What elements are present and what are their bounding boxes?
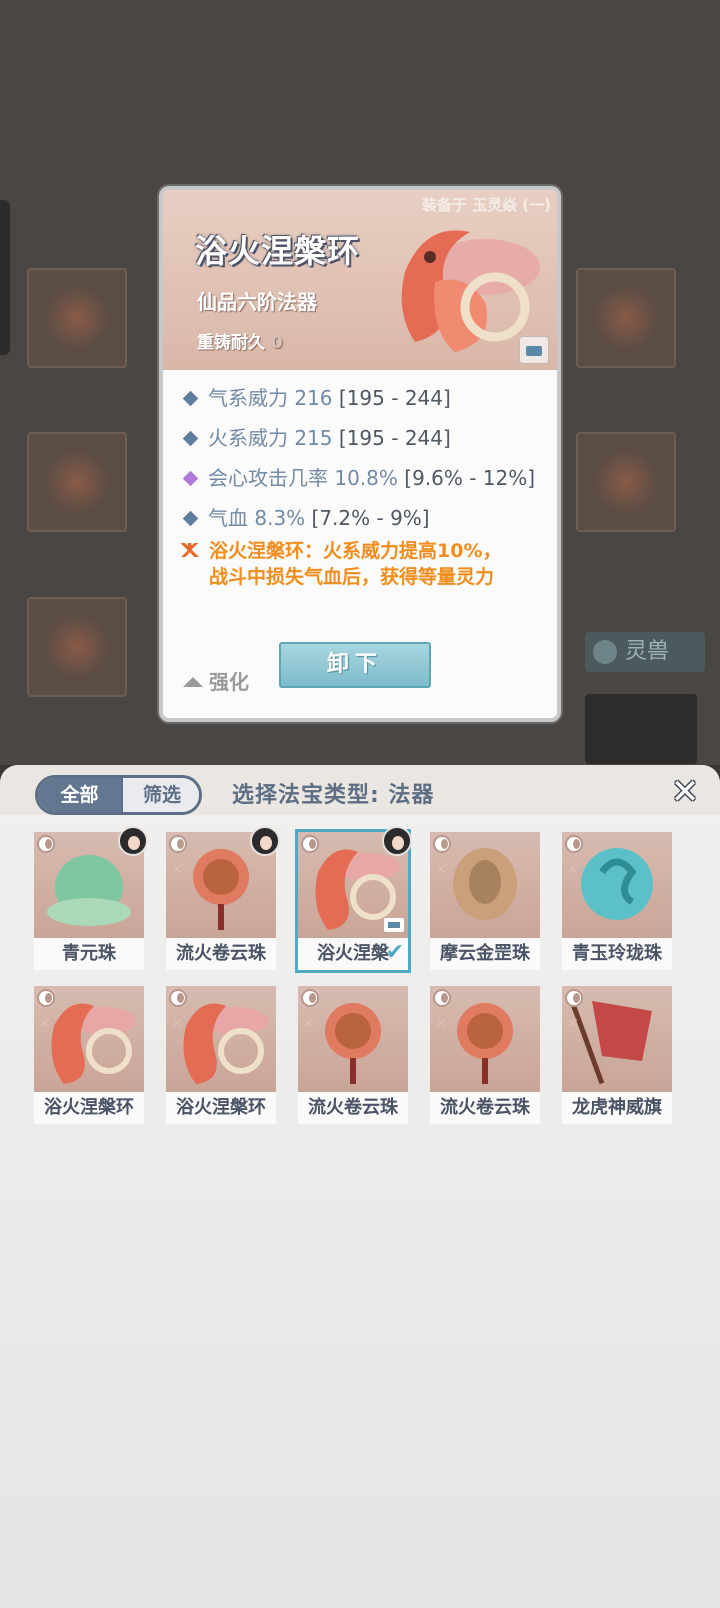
grade-icon xyxy=(301,835,319,853)
tab-filter[interactable]: 筛选 xyxy=(121,778,199,812)
item-label: 浴火涅槃环 xyxy=(34,1092,144,1124)
stat-name: 会心攻击几率 xyxy=(208,466,328,490)
stat-name: 气血 xyxy=(208,506,248,530)
stat-range: [9.6% - 12%] xyxy=(404,466,536,490)
reforge-durability: 重铸耐久 0 xyxy=(197,328,283,353)
card-header: 装备于 玉灵焱 (一) 浴火涅槃环 仙品六阶法器 重铸耐久 0 xyxy=(163,190,557,370)
grade-icon xyxy=(433,989,451,1007)
lock-icon xyxy=(384,918,404,932)
reforge-label: 重铸耐久 xyxy=(197,333,265,353)
stat-value: 215 xyxy=(294,426,333,450)
stat-name: 火系威力 xyxy=(208,426,288,450)
diamond-icon xyxy=(182,470,199,487)
stat-value: 216 xyxy=(294,386,333,410)
grade-icon xyxy=(433,835,451,853)
flame-mark-icon: ⵅ xyxy=(181,540,199,562)
diamond-icon xyxy=(182,390,199,407)
item-label: 青玉玲珑珠 xyxy=(562,938,672,970)
grade-icon xyxy=(565,989,583,1007)
stat-row: 气血 8.3% [7.2% - 9%] xyxy=(181,498,551,538)
equip-slot xyxy=(27,597,127,697)
item-label: 流火卷云珠 xyxy=(430,1092,540,1124)
fire-element-icon: ✕ xyxy=(567,1016,579,1032)
item-label: 龙虎神威旗 xyxy=(562,1092,672,1124)
stat-range: [195 - 244] xyxy=(338,386,451,410)
equip-slot xyxy=(576,268,676,368)
stat-row: 气系威力 216 [195 - 244] xyxy=(181,378,551,418)
fire-element-icon: ✕ xyxy=(171,1016,183,1032)
lock-icon[interactable] xyxy=(519,336,549,364)
fire-element-icon: ✕ xyxy=(435,1016,447,1032)
item-card[interactable]: 青元珠 xyxy=(34,826,148,970)
stat-row: 会心攻击几率 10.8% [9.6% - 12%] xyxy=(181,458,551,498)
item-card[interactable]: ✕ 青玉玲珑珠 xyxy=(562,832,672,970)
equip-slot xyxy=(27,268,127,368)
equip-slot xyxy=(27,432,127,532)
strengthen-label: 强化 xyxy=(209,670,249,694)
equip-slot xyxy=(576,432,676,532)
stat-row: 火系威力 215 [195 - 244] xyxy=(181,418,551,458)
item-grade: 仙品六阶法器 xyxy=(197,290,317,314)
diamond-icon xyxy=(182,430,199,447)
unequip-button[interactable]: 卸下 xyxy=(279,642,431,688)
stat-name: 气系威力 xyxy=(208,386,288,410)
diamond-icon xyxy=(182,510,199,527)
filter-segmented-control: 全部 筛选 xyxy=(35,775,202,815)
owner-avatar xyxy=(382,826,412,856)
item-detail-card: 装备于 玉灵焱 (一) 浴火涅槃环 仙品六阶法器 重铸耐久 0 气系威力 216… xyxy=(159,186,561,722)
item-card[interactable]: ✕ 浴火涅槃环 xyxy=(34,986,144,1124)
special-effect: ⵅ 浴火涅槃环：火系威力提高10%， 战斗中损失气血后，获得等量灵力 xyxy=(181,538,551,590)
effect-line-1: 浴火涅槃环：火系威力提高10%， xyxy=(209,540,502,562)
close-icon[interactable]: ✕ xyxy=(668,775,702,809)
beast-icon xyxy=(593,640,617,664)
grade-icon xyxy=(37,989,55,1007)
empty-slot xyxy=(585,694,697,764)
item-card[interactable]: ✕ 流火卷云珠 xyxy=(298,986,408,1124)
stat-range: [7.2% - 9%] xyxy=(311,506,430,530)
grade-icon xyxy=(565,835,583,853)
owner-avatar xyxy=(118,826,148,856)
item-card-selected[interactable]: 浴火涅槃 ✔ xyxy=(295,826,412,973)
check-icon: ✔ xyxy=(385,940,404,965)
reforge-value: 0 xyxy=(270,333,283,353)
owner-avatar xyxy=(250,826,280,856)
sheet-title: 选择法宝类型: 法器 xyxy=(232,783,435,808)
tab-all[interactable]: 全部 xyxy=(38,778,121,812)
grade-icon xyxy=(169,835,187,853)
item-card[interactable]: ✕ 浴火涅槃环 xyxy=(166,986,276,1124)
item-card[interactable]: ✕ 流火卷云珠 xyxy=(430,986,540,1124)
beast-label: 灵兽 xyxy=(625,639,670,664)
item-card[interactable]: ✕ 流火卷云珠 xyxy=(166,826,280,970)
fire-element-icon: ✕ xyxy=(567,862,579,878)
grade-icon xyxy=(301,989,319,1007)
item-label: 青元珠 xyxy=(34,938,144,970)
fire-element-icon: ✕ xyxy=(171,862,183,878)
strengthen-button[interactable]: 强化 xyxy=(183,666,249,695)
fire-element-icon: ✕ xyxy=(303,1016,315,1032)
spirit-beast-tab: 灵兽 xyxy=(585,632,705,672)
item-label: 流火卷云珠 xyxy=(166,938,276,970)
effect-line-2: 战斗中损失气血后，获得等量灵力 xyxy=(209,566,495,588)
fire-element-icon: ✕ xyxy=(435,862,447,878)
item-label: 摩云金罡珠 xyxy=(430,938,540,970)
grade-icon xyxy=(37,835,55,853)
stat-range: [195 - 244] xyxy=(338,426,451,450)
stat-list: 气系威力 216 [195 - 244] 火系威力 215 [195 - 244… xyxy=(181,378,551,538)
fire-element-icon: ✕ xyxy=(39,1016,51,1032)
grade-icon xyxy=(169,989,187,1007)
up-arrow-icon xyxy=(183,677,203,687)
item-label: 浴火涅槃环 xyxy=(166,1092,276,1124)
item-name: 浴火涅槃环 xyxy=(195,232,361,270)
stat-value: 8.3% xyxy=(254,506,306,530)
side-handle xyxy=(0,200,10,355)
stat-value: 10.8% xyxy=(334,466,398,490)
item-card[interactable]: ✕ 龙虎神威旗 xyxy=(562,986,672,1124)
item-label: 流火卷云珠 xyxy=(298,1092,408,1124)
item-card[interactable]: ✕ 摩云金罡珠 xyxy=(430,832,540,970)
